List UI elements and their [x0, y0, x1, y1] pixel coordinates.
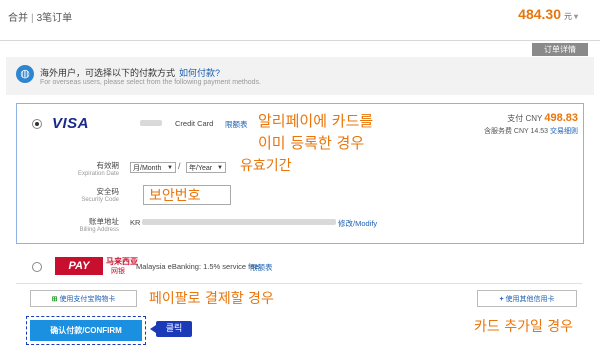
- expiry-label-en: Expiration Date: [77, 171, 119, 177]
- ebanking-name-cn2: 网银: [111, 268, 125, 275]
- annotation-registered-2: 이미 등록한 경우: [258, 134, 365, 152]
- annotation-cvv: 보안번호: [149, 188, 201, 204]
- pay-amount: 498.83: [544, 112, 578, 124]
- globe-icon: ◍: [16, 65, 34, 83]
- alipay-gift-card-button[interactable]: ⊞ 使用支付宝购物卡: [30, 290, 137, 307]
- confirm-button[interactable]: 确认付款/CONFIRM: [30, 320, 142, 341]
- address-country: KR: [130, 218, 141, 227]
- card-type: Credit Card: [175, 119, 214, 128]
- address-label-cn: 账单地址: [89, 217, 119, 226]
- cvv-label: 安全码 Security Code: [33, 186, 119, 203]
- modify-address-link[interactable]: 修改/Modify: [338, 218, 377, 229]
- summary-label: 合并: [8, 13, 28, 24]
- ebanking-desc: Malaysia eBanking: 1.5% service fee: [136, 262, 259, 271]
- masked-address: [142, 219, 336, 225]
- pay-label: 支付 CNY: [507, 114, 543, 123]
- order-summary-bar: [0, 0, 600, 34]
- year-select[interactable]: 年/Year ▼: [186, 162, 226, 173]
- fee-text: 含服务费 CNY 14.53: [483, 128, 549, 135]
- plus-icon: ⊞: [51, 296, 58, 303]
- chevron-down-icon: ▼: [167, 165, 173, 171]
- ebanking-radio[interactable]: [32, 262, 42, 272]
- card-radio[interactable]: [32, 119, 42, 129]
- ebanking-limit-link[interactable]: 限额表: [250, 262, 273, 273]
- add-card-button[interactable]: + 使用其他信用卡: [477, 290, 577, 307]
- currency-unit: 元: [563, 12, 572, 21]
- chevron-down-icon[interactable]: ▾: [574, 12, 578, 21]
- summary-separator: |: [31, 13, 34, 24]
- annotation-add-card: 카드 추가일 경우: [474, 319, 574, 335]
- expiry-label-cn: 有效期: [96, 161, 120, 170]
- order-summary: 合并 | 3笔订单: [8, 9, 72, 24]
- order-count: 3笔订单: [36, 13, 73, 24]
- pay-amount-line: 支付 CNY 498.83: [507, 112, 578, 124]
- order-total: 484.30 元 ▾: [518, 6, 578, 22]
- year-value: 年/Year: [189, 165, 213, 172]
- fee-line: 含服务费 CNY 14.53 交易细则: [484, 126, 578, 136]
- notice-en-text: For overseas users, please select from t…: [40, 79, 261, 86]
- fee-detail-link[interactable]: 交易细则: [550, 128, 578, 135]
- order-detail-tab[interactable]: 订单详情: [532, 43, 588, 56]
- visa-logo: VISA: [52, 115, 90, 132]
- notice-cn-text: 海外用户，可选择以下的付款方式: [40, 68, 176, 78]
- help-link[interactable]: 如何付款?: [179, 68, 220, 78]
- expiry-label: 有效期 Expiration Date: [33, 160, 119, 177]
- molpay-logo: PAY: [55, 257, 103, 275]
- limit-table-link[interactable]: 限额表: [225, 119, 248, 130]
- click-callout: 클릭: [150, 321, 192, 337]
- annotation-paypal: 페이팔로 결제할 경우: [149, 291, 274, 307]
- month-select[interactable]: 月/Month ▼: [130, 162, 176, 173]
- total-amount: 484.30: [518, 6, 561, 22]
- annotation-registered-1: 알리페이에 카드를: [258, 112, 374, 130]
- cvv-label-en: Security Code: [81, 197, 119, 203]
- add-card-label: 使用其他信用卡: [505, 296, 555, 303]
- masked-card-number: [140, 120, 162, 126]
- address-label: 账单地址 Billing Address: [33, 216, 119, 233]
- notice-text: 海外用户，可选择以下的付款方式 如何付款?: [40, 66, 220, 79]
- annotation-expiry: 유효기간: [240, 158, 292, 174]
- plus-icon: +: [499, 296, 504, 303]
- alipay-gift-card-label: 使用支付宝购物卡: [59, 296, 116, 303]
- divider: [0, 40, 600, 41]
- divider: [16, 283, 582, 284]
- cvv-label-cn: 安全码: [96, 187, 120, 196]
- address-label-en: Billing Address: [79, 227, 119, 233]
- chevron-down-icon: ▼: [217, 165, 223, 171]
- expiry-separator: /: [178, 161, 181, 171]
- month-value: 月/Month: [133, 165, 162, 172]
